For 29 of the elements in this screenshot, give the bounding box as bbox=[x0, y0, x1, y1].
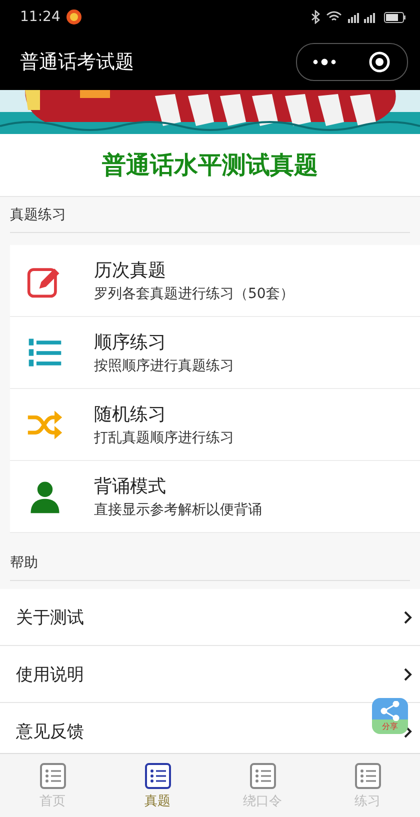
share-icon bbox=[379, 701, 401, 721]
item-title: 背诵模式 bbox=[94, 475, 167, 498]
item-title: 历次真题 bbox=[94, 259, 167, 282]
chevron-icon bbox=[404, 668, 412, 680]
item-subtitle: 按照顺序进行真题练习 bbox=[94, 357, 234, 375]
section-title: 真题练习 bbox=[10, 198, 410, 232]
item-subtitle: 罗列各套真题进行练习（50套） bbox=[94, 285, 294, 303]
item-subtitle: 直接显示参考解析以便背诵 bbox=[94, 501, 262, 519]
signal-icon bbox=[348, 11, 378, 23]
app-title: 普通话考试题 bbox=[20, 50, 135, 75]
page-heading: 普通话水平测试真题 bbox=[102, 150, 318, 181]
status-time: 11:24 bbox=[20, 9, 60, 25]
list-icon bbox=[248, 762, 276, 790]
list-icon bbox=[144, 762, 172, 790]
tab[interactable]: 真题 bbox=[105, 754, 210, 817]
section-title: 帮助 bbox=[10, 546, 410, 580]
help-link[interactable]: 关于测试 bbox=[16, 606, 84, 628]
item-title: 随机练习 bbox=[94, 403, 167, 426]
battery-icon bbox=[384, 12, 406, 22]
item-title: 顺序练习 bbox=[94, 331, 167, 354]
help-link[interactable]: 意见反馈 bbox=[16, 720, 84, 742]
list-icon bbox=[354, 762, 382, 790]
wifi-icon bbox=[326, 11, 342, 23]
notification-icon bbox=[66, 9, 82, 25]
help-link[interactable]: 使用说明 bbox=[16, 662, 84, 686]
item-subtitle: 打乱真题顺序进行练习 bbox=[94, 429, 234, 447]
chevron-icon bbox=[404, 610, 412, 624]
list-icon bbox=[38, 762, 66, 790]
bluetooth-icon bbox=[311, 10, 320, 24]
